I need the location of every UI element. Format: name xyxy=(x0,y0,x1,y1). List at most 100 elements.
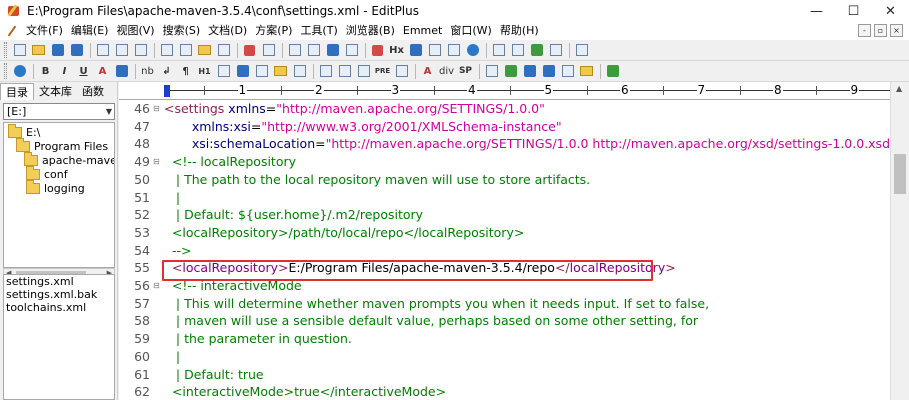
edit-icon[interactable] xyxy=(483,63,500,80)
code-line[interactable]: 57 | This will determine whether maven p… xyxy=(119,295,890,313)
cut-icon[interactable] xyxy=(158,42,175,59)
code-line[interactable]: 49 ⊟ <!-- localRepository xyxy=(119,153,890,171)
code-line[interactable]: 52 | Default: ${user.home}/.m2/repositor… xyxy=(119,206,890,224)
pre-button[interactable]: PRE xyxy=(374,63,391,80)
find-in-files-icon[interactable] xyxy=(324,42,341,59)
anchor-icon[interactable] xyxy=(234,63,251,80)
ruler-toggle-icon[interactable] xyxy=(426,42,443,59)
vertical-scrollbar[interactable]: ▲ xyxy=(890,82,909,400)
underline-button[interactable]: U xyxy=(75,63,92,80)
browser-globe-icon[interactable] xyxy=(11,63,28,80)
tile-vertical-icon[interactable] xyxy=(509,42,526,59)
menu-file[interactable]: 文件(F) xyxy=(22,22,67,40)
goto-icon[interactable] xyxy=(343,42,360,59)
mdi-minimize-button[interactable]: - xyxy=(858,24,871,37)
fold-toggle-icon[interactable]: ⊟ xyxy=(153,277,160,295)
full-screen-icon[interactable] xyxy=(547,42,564,59)
table-icon[interactable] xyxy=(253,63,270,80)
tree-node[interactable]: E:\ xyxy=(8,123,40,139)
toolbar-options-icon[interactable] xyxy=(604,63,621,80)
close-button[interactable]: ✕ xyxy=(872,0,909,22)
tab-cliptext[interactable]: 文本库 xyxy=(34,83,77,100)
editor-pane[interactable]: 123456789 46 ⊟ <settings xmlns="http://mav… xyxy=(119,82,909,400)
minimize-button[interactable]: — xyxy=(798,0,835,22)
code-area[interactable]: 46 ⊟ <settings xmlns="http://maven.apache.… xyxy=(119,100,890,400)
scrollbar-thumb[interactable] xyxy=(894,154,906,194)
tree-node[interactable]: apache-maven-3 xyxy=(24,151,114,167)
code-line[interactable]: 54 --> xyxy=(119,242,890,260)
paragraph-button[interactable]: ¶ xyxy=(177,63,194,80)
frame-icon[interactable] xyxy=(559,63,576,80)
redo-icon[interactable] xyxy=(260,42,277,59)
code-line[interactable]: 51 | xyxy=(119,189,890,207)
save-icon[interactable] xyxy=(49,42,66,59)
code-line[interactable]: 59 | the parameter in question. xyxy=(119,330,890,348)
print-icon[interactable] xyxy=(94,42,111,59)
nbsp-button[interactable]: nb xyxy=(139,63,156,80)
file-item[interactable]: toolchains.xml xyxy=(4,301,114,314)
list-icon[interactable] xyxy=(355,63,372,80)
word-wrap-icon[interactable] xyxy=(407,42,424,59)
font-icon[interactable]: A xyxy=(419,63,436,80)
color-picker-icon[interactable] xyxy=(113,63,130,80)
code-line[interactable]: 56 ⊟ <!-- interactiveMode xyxy=(119,277,890,295)
find-icon[interactable] xyxy=(286,42,303,59)
mdi-close-button[interactable]: × xyxy=(890,24,903,37)
replace-icon[interactable] xyxy=(305,42,322,59)
toolbar-grip[interactable] xyxy=(4,42,7,58)
file-item[interactable]: settings.xml.bak xyxy=(4,288,114,301)
hex-view-icon[interactable]: Hx xyxy=(388,42,405,59)
script-icon[interactable] xyxy=(578,63,595,80)
code-line[interactable]: 61 | Default: true xyxy=(119,366,890,384)
comment-icon[interactable] xyxy=(336,63,353,80)
bold-button[interactable]: B xyxy=(37,63,54,80)
menu-document[interactable]: 文档(D) xyxy=(204,22,251,40)
menu-view[interactable]: 视图(V) xyxy=(112,22,158,40)
spell-check-icon[interactable] xyxy=(132,42,149,59)
document-pen-icon[interactable] xyxy=(6,25,18,37)
toolbar-grip[interactable] xyxy=(4,63,7,79)
code-line[interactable]: 60 | xyxy=(119,348,890,366)
fold-toggle-icon[interactable]: ⊟ xyxy=(153,100,160,118)
preferences-gear-icon[interactable] xyxy=(464,42,481,59)
menu-window[interactable]: 窗口(W) xyxy=(446,22,495,40)
open-folder-icon[interactable] xyxy=(30,42,47,59)
div-button[interactable]: div xyxy=(438,63,455,80)
line-break-button[interactable]: ↲ xyxy=(158,63,175,80)
menu-emmet[interactable]: Emmet xyxy=(399,22,446,40)
menu-edit[interactable]: 编辑(E) xyxy=(67,22,113,40)
help-icon[interactable] xyxy=(573,42,590,59)
file-item[interactable]: settings.xml xyxy=(4,275,114,288)
copy-icon[interactable] xyxy=(177,42,194,59)
code-line[interactable]: 50 | The path to the local repository ma… xyxy=(119,171,890,189)
form-icon[interactable] xyxy=(291,63,308,80)
italic-button[interactable]: I xyxy=(56,63,73,80)
save-all-icon[interactable] xyxy=(68,42,85,59)
delete-icon[interactable] xyxy=(215,42,232,59)
menu-help[interactable]: 帮助(H) xyxy=(496,22,543,40)
code-line[interactable]: 46 ⊟ <settings xmlns="http://maven.apache.… xyxy=(119,100,890,118)
text-box-icon[interactable] xyxy=(317,63,334,80)
chevron-down-icon[interactable]: ▼ xyxy=(106,104,112,119)
check-icon[interactable] xyxy=(502,63,519,80)
code-line[interactable]: 53 <localRepository>/path/to/local/repo<… xyxy=(119,224,890,242)
tab-functions[interactable]: 函数 xyxy=(77,83,109,100)
code-line[interactable]: 58 | maven will use a sensible default v… xyxy=(119,312,890,330)
code-line[interactable]: 47 xmlns:xsi="http://www.w3.org/2001/XML… xyxy=(119,118,890,136)
code-line[interactable]: 55 <localRepository>E:/Program Files/apa… xyxy=(119,259,890,282)
fold-toggle-icon[interactable]: ⊟ xyxy=(153,153,160,171)
tile-horizontal-icon[interactable] xyxy=(490,42,507,59)
menu-browser[interactable]: 浏览器(B) xyxy=(342,22,399,40)
heading-button[interactable]: H1 xyxy=(196,63,213,80)
cascade-icon[interactable] xyxy=(528,42,545,59)
paste-icon[interactable] xyxy=(196,42,213,59)
maximize-button[interactable]: ☐ xyxy=(835,0,872,22)
undo-icon[interactable] xyxy=(241,42,258,59)
mdi-restore-button[interactable]: ▫ xyxy=(874,24,887,37)
hr-icon[interactable] xyxy=(393,63,410,80)
menu-tools[interactable]: 工具(T) xyxy=(296,22,341,40)
print-preview-icon[interactable] xyxy=(113,42,130,59)
code-line[interactable]: 62 <interactiveMode>true</interactiveMod… xyxy=(119,383,890,400)
line-number-icon[interactable] xyxy=(445,42,462,59)
drive-select[interactable]: [E:] ▼ xyxy=(3,103,115,120)
